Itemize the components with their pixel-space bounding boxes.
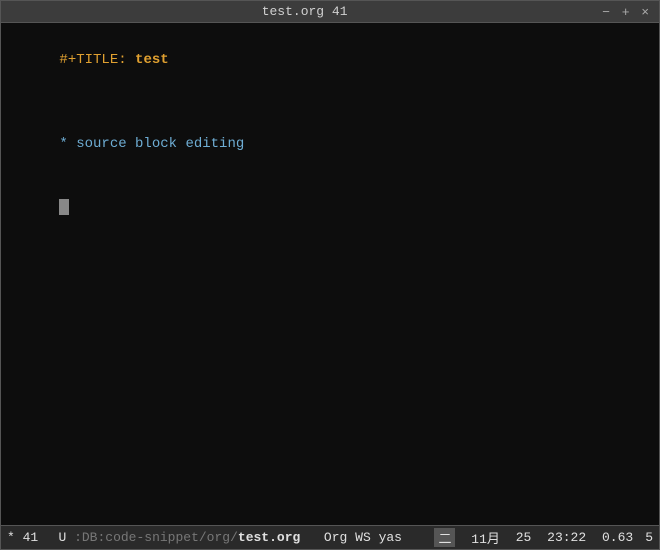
source-block-text: * source block editing — [59, 136, 244, 152]
status-decimal: 0.63 — [602, 530, 633, 545]
window-controls: − + × — [600, 4, 651, 19]
window-title: test.org 41 — [9, 4, 600, 19]
maximize-button[interactable]: + — [620, 4, 632, 19]
status-path-prefix: :DB:code-snippet/org/ — [74, 530, 238, 545]
minimize-button[interactable]: − — [600, 4, 612, 19]
status-yas: yas — [379, 530, 402, 545]
title-value: test — [135, 52, 169, 68]
status-day: 25 — [516, 530, 532, 545]
status-file-path: :DB:code-snippet/org/test.org — [74, 530, 300, 545]
editor-line-blank — [9, 92, 651, 113]
title-bar: test.org 41 − + × — [1, 1, 659, 23]
status-bar: * 41 U :DB:code-snippet/org/test.org Org… — [1, 525, 659, 549]
status-month: 11月 — [471, 528, 500, 547]
status-star: * — [7, 530, 15, 545]
status-ws: WS — [355, 530, 371, 545]
editor-area[interactable]: #+TITLE: test * source block editing — [1, 23, 659, 525]
editor-line-1: #+TITLE: test — [9, 29, 651, 92]
status-filename: test.org — [238, 530, 300, 545]
emacs-window: test.org 41 − + × #+TITLE: test * source… — [0, 0, 660, 550]
cursor — [59, 199, 69, 215]
status-time: 23:22 — [547, 530, 586, 545]
status-right-num: 5 — [645, 530, 653, 545]
status-line-number: 41 — [23, 530, 51, 545]
status-right-section: 二 11月 25 23:22 0.63 5 — [434, 528, 653, 547]
close-button[interactable]: × — [639, 4, 651, 19]
status-modified-flag: U — [58, 530, 66, 545]
editor-line-cursor — [9, 176, 651, 239]
editor-line-2: * source block editing — [9, 113, 651, 176]
title-keyword: #+TITLE: — [59, 52, 135, 68]
status-org-label: Org — [324, 530, 347, 545]
status-input-method: 二 — [434, 528, 455, 547]
